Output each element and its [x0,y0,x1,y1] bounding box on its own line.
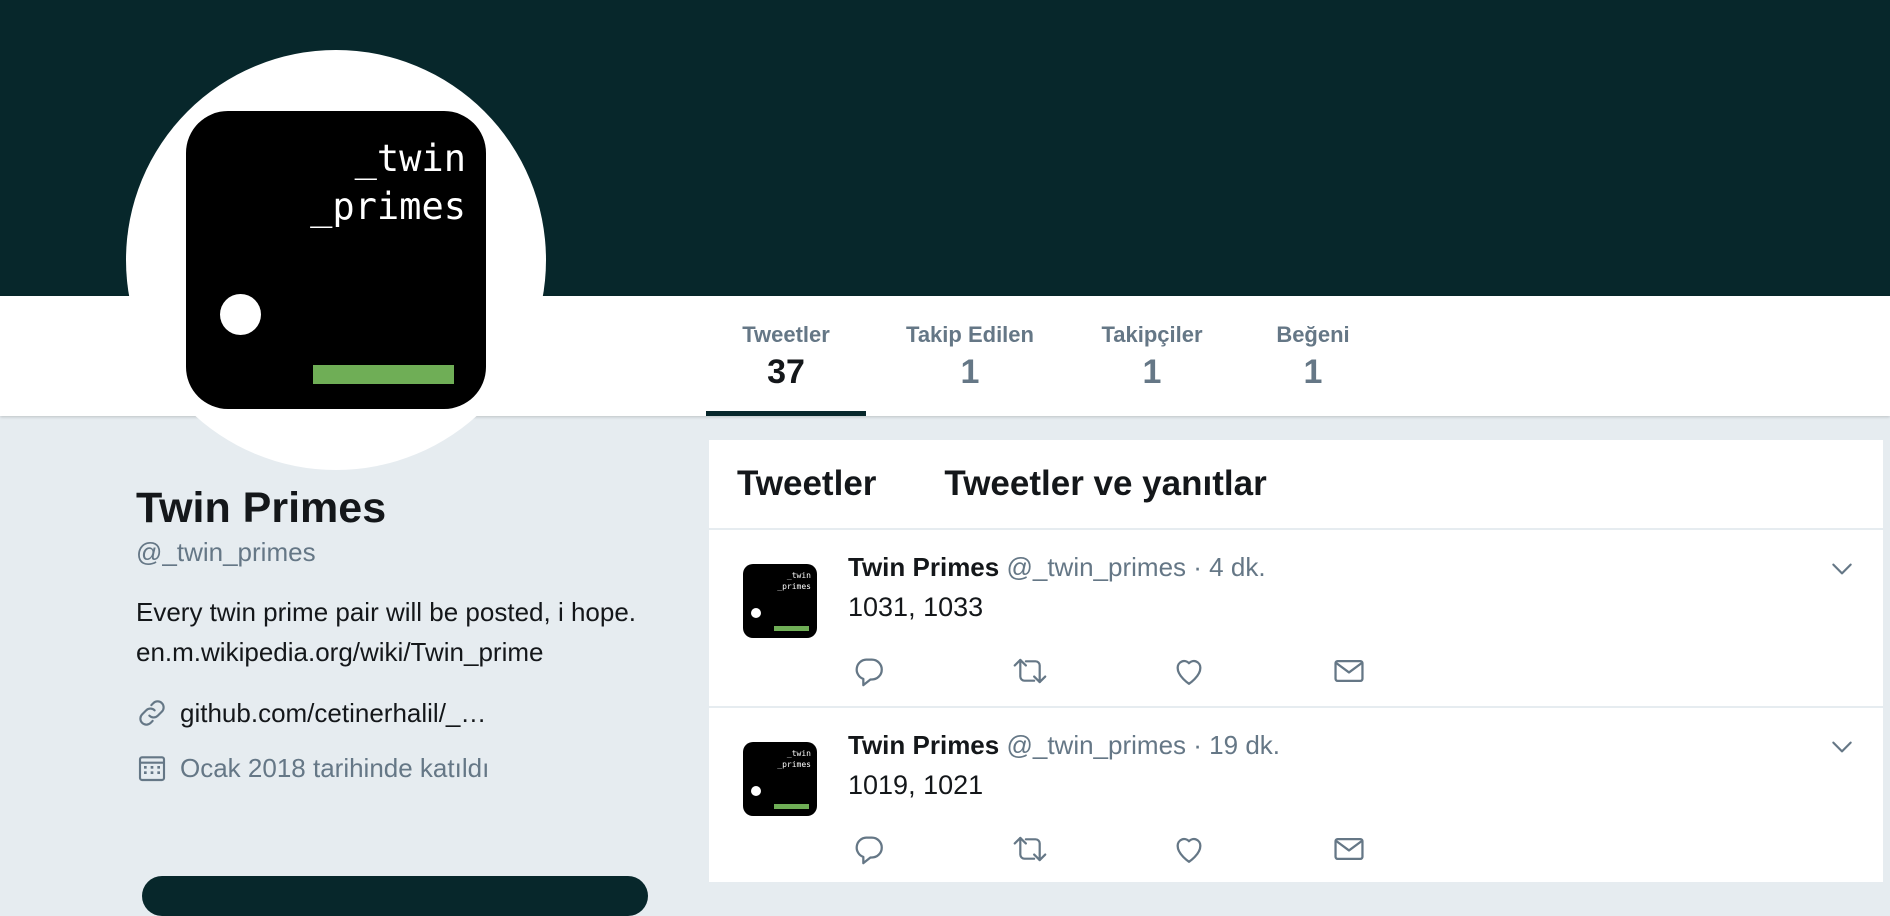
profile-handle[interactable]: @_twin_primes [136,536,656,568]
chevron-down-icon[interactable] [1829,556,1855,582]
avatar-ball [751,786,761,796]
stat-following[interactable]: Takip Edilen 1 [886,296,1054,416]
retweet-icon[interactable] [1012,832,1048,866]
tweet-header: Twin Primes @_twin_primes · 19 dk. [848,728,1280,762]
profile-card: Twin Primes @_twin_primes Every twin pri… [136,482,656,785]
profile-bio-link[interactable]: en.m.wikipedia.org/wiki/Twin_prime [136,632,636,672]
profile-bio-text: Every twin prime pair will be posted, i … [136,597,637,627]
stat-label: Beğeni [1276,322,1350,347]
like-icon[interactable] [1172,832,1206,866]
tweet-author-handle[interactable]: @_twin_primes [1006,552,1186,582]
stat-value: 37 [767,353,805,391]
reply-icon[interactable] [852,654,886,688]
tweet-separator: · [1193,730,1202,760]
profile-website-link[interactable]: github.com/cetinerhalil/_… [180,696,486,730]
tweet-item[interactable]: _twin _primes Twin Primes @_twin_primes … [709,708,1883,882]
tab-tweets[interactable]: Tweetler [737,464,876,504]
stat-label: Takip Edilen [906,322,1034,347]
avatar-logo-text: _twin _primes [310,137,466,228]
tab-tweets-and-replies[interactable]: Tweetler ve yanıtlar [944,464,1266,504]
tweet-author-name[interactable]: Twin Primes [848,552,999,582]
direct-message-icon[interactable] [1332,654,1366,688]
stat-label: Takipçiler [1101,322,1203,347]
stat-value: 1 [960,353,980,391]
calendar-icon [138,756,166,782]
tweet-separator: · [1193,552,1202,582]
stat-value: 1 [1142,353,1162,391]
tweet-text: 1031, 1033 [848,592,984,622]
retweet-icon[interactable] [1012,654,1048,688]
direct-message-icon[interactable] [1332,832,1366,866]
tweet-header: Twin Primes @_twin_primes · 4 dk. [848,550,1266,584]
chevron-down-icon[interactable] [1829,734,1855,760]
profile-joined-row: Ocak 2018 tarihinde katıldı [136,751,656,785]
tweet-actions [852,832,1372,866]
timeline: Tweetler Tweetler ve yanıtlar _twin _pri… [709,440,1883,882]
tweet-avatar[interactable]: _twin _primes [743,564,817,638]
stat-likes[interactable]: Beğeni 1 [1258,296,1368,416]
tweet-timestamp[interactable]: 4 dk. [1209,552,1265,582]
profile-bio: Every twin prime pair will be posted, i … [136,592,636,672]
avatar-logo-text: _twin _primes [777,749,811,769]
timeline-tabs: Tweetler Tweetler ve yanıtlar [709,440,1883,530]
avatar-paddle [774,804,809,809]
tweet-item[interactable]: _twin _primes Twin Primes @_twin_primes … [709,530,1883,708]
reply-icon[interactable] [852,832,886,866]
profile-stats-nav: Tweetler 37 Takip Edilen 1 Takipçiler 1 … [706,296,1368,416]
tweet-avatar[interactable]: _twin _primes [743,742,817,816]
stat-value: 1 [1303,353,1323,391]
stat-tweets[interactable]: Tweetler 37 [706,296,866,416]
avatar-ball [220,294,261,335]
avatar-logo-text: _twin _primes [777,571,811,591]
avatar-paddle [774,626,809,631]
profile-name[interactable]: Twin Primes [136,482,656,534]
avatar-paddle [313,365,454,384]
stat-label: Tweetler [742,322,830,347]
tweet-timestamp[interactable]: 19 dk. [1209,730,1280,760]
stat-followers[interactable]: Takipçiler 1 [1082,296,1222,416]
profile-avatar[interactable]: _twin _primes [186,111,486,409]
tweet-actions [852,654,1372,688]
avatar-ball [751,608,761,618]
like-icon[interactable] [1172,654,1206,688]
tweet-author-handle[interactable]: @_twin_primes [1006,730,1186,760]
profile-joined-date: Ocak 2018 tarihinde katıldı [180,753,490,783]
tweet-text: 1019, 1021 [848,770,984,800]
tweet-author-name[interactable]: Twin Primes [848,730,999,760]
link-icon [139,700,165,726]
follow-button[interactable] [142,876,648,916]
profile-website-row: github.com/cetinerhalil/_… [136,696,656,730]
